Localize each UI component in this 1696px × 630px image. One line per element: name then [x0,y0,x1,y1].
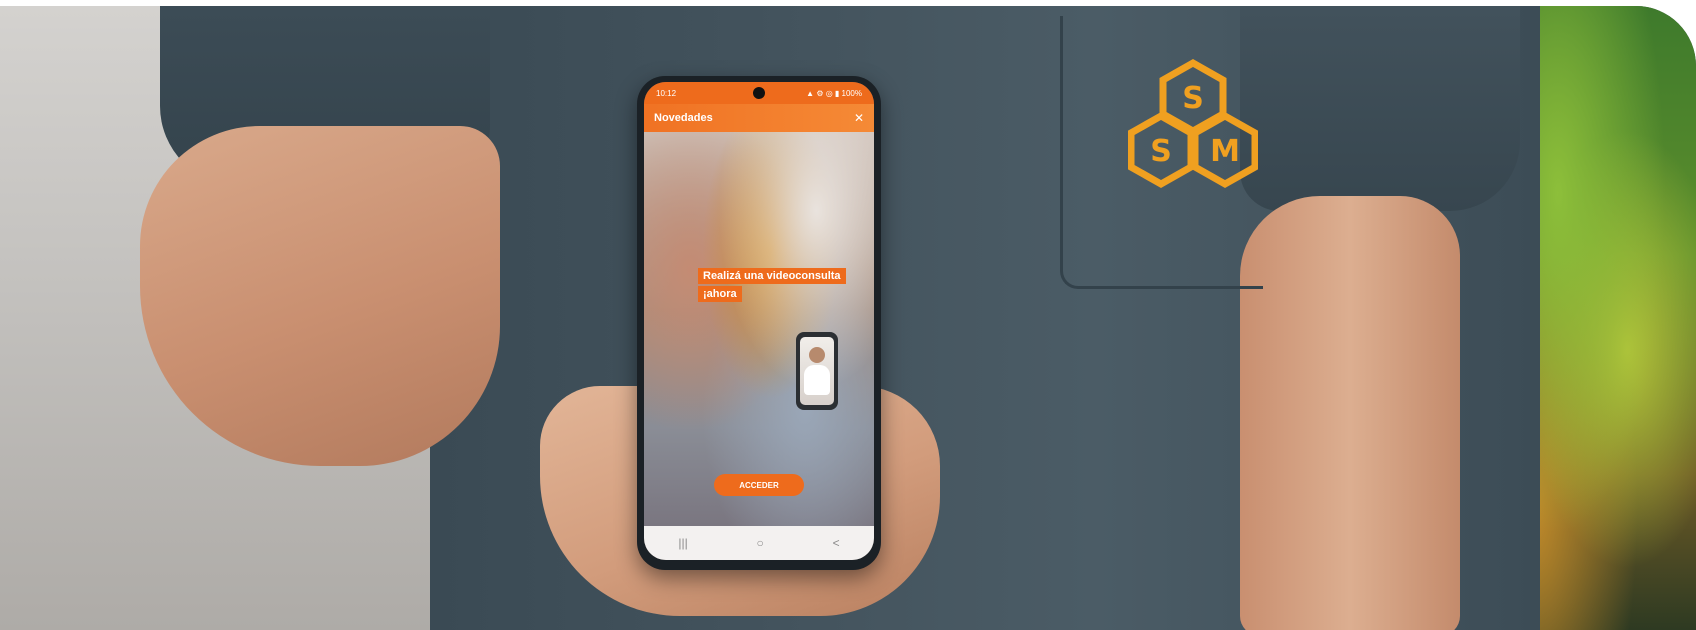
front-camera [753,87,765,99]
close-icon[interactable]: ✕ [854,111,864,125]
app-bar: Novedades ✕ [644,104,874,132]
access-button[interactable]: ACCEDER [714,474,804,496]
doctor-head [809,347,825,363]
recent-apps-icon[interactable]: ||| [678,536,687,550]
logo-letter: M [1210,134,1240,169]
app-bar-title: Novedades [654,112,713,124]
ssm-embroidered-logo: S S M [1128,58,1258,189]
logo-letter: S [1150,134,1172,169]
videocall-phone-illustration [796,332,838,410]
promo-headline: Realizá una videoconsulta [698,268,846,284]
photo: S S M 10:12 ▲ ⚙ ◎ ▮ 100% Novedades ✕ Rea… [0,6,1696,630]
doctor-coat [804,365,830,395]
promo-image: Realizá una videoconsulta ¡ahora ACCEDER [644,132,874,526]
arm-left [140,126,500,466]
promo-headline-line2: ¡ahora [698,286,742,302]
phone-screen: 10:12 ▲ ⚙ ◎ ▮ 100% Novedades ✕ Realizá u… [644,82,874,560]
status-time: 10:12 [656,88,677,98]
home-icon[interactable]: ○ [757,536,764,550]
back-icon[interactable]: < [833,536,840,550]
arm-right [1240,196,1460,630]
videocall-screen [800,337,834,405]
android-nav-bar: ||| ○ < [644,526,874,560]
smartphone: 10:12 ▲ ⚙ ◎ ▮ 100% Novedades ✕ Realizá u… [637,76,881,570]
status-icons: ▲ ⚙ ◎ ▮ 100% [806,88,862,98]
logo-letter: S [1182,81,1204,116]
scrubs-sleeve-right [1240,6,1520,211]
